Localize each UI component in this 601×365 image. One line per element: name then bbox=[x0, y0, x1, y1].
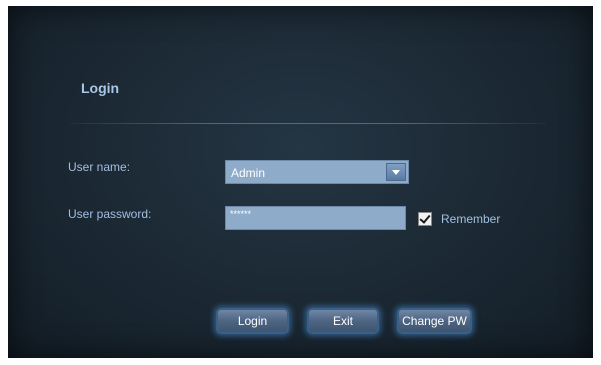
user-password-label: User password: bbox=[68, 207, 152, 221]
user-name-select[interactable]: Admin bbox=[225, 160, 409, 184]
dialog-title: Login bbox=[81, 80, 120, 96]
user-name-value: Admin bbox=[231, 166, 266, 180]
password-field[interactable]: ****** bbox=[225, 206, 406, 230]
change-password-button[interactable]: Change PW bbox=[397, 308, 472, 334]
remember-checkbox[interactable] bbox=[418, 212, 432, 226]
user-name-label: User name: bbox=[68, 160, 131, 174]
exit-button[interactable]: Exit bbox=[307, 308, 379, 334]
login-button[interactable]: Login bbox=[216, 308, 289, 334]
chevron-down-icon[interactable] bbox=[386, 163, 406, 181]
login-dialog: Login User name: Admin User password: **… bbox=[8, 6, 593, 358]
title-divider bbox=[70, 123, 546, 124]
remember-label[interactable]: Remember bbox=[441, 212, 500, 226]
